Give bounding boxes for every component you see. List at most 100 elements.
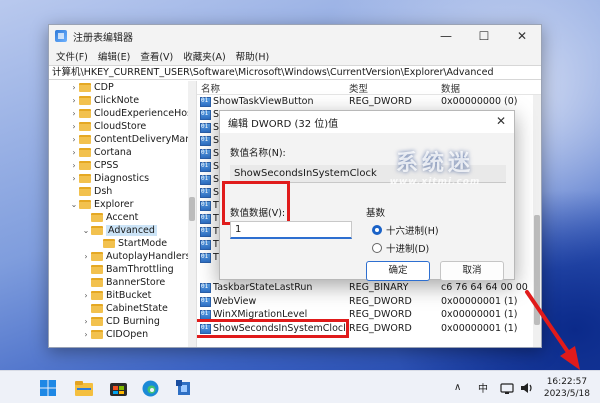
chevron-icon[interactable]: › xyxy=(69,122,79,131)
start-windows-icon[interactable] xyxy=(38,378,58,398)
chevron-icon[interactable]: ⌄ xyxy=(69,200,79,209)
chevron-icon[interactable]: › xyxy=(81,252,91,261)
dword-value-icon xyxy=(200,122,211,133)
tree-item-cpss[interactable]: › CPSS xyxy=(69,159,118,172)
folder-icon xyxy=(91,252,103,261)
menu-help[interactable]: 帮助(H) xyxy=(233,49,277,63)
chevron-icon[interactable]: › xyxy=(69,83,79,92)
folder-icon xyxy=(79,200,91,209)
dword-value-icon xyxy=(200,148,211,159)
file-explorer-icon[interactable] xyxy=(74,378,94,398)
value-row-show-seconds[interactable]: ShowSecondsInSystemClock REG_DWORD 0x00000… xyxy=(197,319,531,338)
registry-tree: › CDP › ClickNote › CloudExperienceHost › Cl… xyxy=(49,81,197,347)
chevron-icon[interactable]: › xyxy=(69,174,79,183)
dialog-title-bar[interactable]: 编辑 DWORD (32 位)值 ✕ xyxy=(220,111,514,133)
network-icon[interactable] xyxy=(500,371,514,403)
column-type-header[interactable]: 类型 xyxy=(345,81,437,95)
regedit-taskbar-icon[interactable] xyxy=(174,378,194,398)
column-name-header[interactable]: 名称 xyxy=(197,81,345,95)
tree-item-accent[interactable]: Accent xyxy=(81,211,138,224)
watermark-logo: 系统迷 www.xitmi.com xyxy=(376,145,494,193)
address-bar[interactable]: 计算机\HKEY_CURRENT_USER\Software\Microsoft… xyxy=(49,65,541,80)
tree-item-bitbucket[interactable]: › BitBucket xyxy=(81,289,151,302)
menu-view[interactable]: 查看(V) xyxy=(137,49,180,63)
tree-item-bamthrottling[interactable]: BamThrottling xyxy=(81,263,174,276)
tree-item-label: BannerStore xyxy=(106,277,166,288)
radio-selected-icon xyxy=(372,225,382,235)
tree-item-label: Cortana xyxy=(94,147,132,158)
title-bar[interactable]: 注册表编辑器 — ☐ ✕ xyxy=(49,25,541,47)
ok-button[interactable]: 确定 xyxy=(366,261,430,281)
tree-item-cdp[interactable]: › CDP xyxy=(69,81,113,94)
value-row[interactable]: WebView REG_DWORD 0x00000001 (1) xyxy=(197,295,531,308)
tree-item-cloudstore[interactable]: › CloudStore xyxy=(69,120,146,133)
chevron-icon[interactable]: › xyxy=(69,161,79,170)
tree-item-label: BamThrottling xyxy=(106,264,174,275)
menu-bar: 文件(F) 编辑(E) 查看(V) 收藏夹(A) 帮助(H) xyxy=(49,47,541,65)
volume-icon[interactable] xyxy=(520,371,534,403)
tree-item-cortana[interactable]: › Cortana xyxy=(69,146,132,159)
radio-hexadecimal[interactable]: 十六进制(H) xyxy=(372,223,439,237)
cancel-button[interactable]: 取消 xyxy=(440,261,504,281)
system-clock[interactable]: 16:22:57 2023/5/18 xyxy=(544,376,590,400)
clock-date: 2023/5/18 xyxy=(543,389,590,399)
value-data-label: 数值数据(V): xyxy=(230,208,286,219)
value-row[interactable]: WinXMigrationLevel REG_DWORD 0x00000001 (1… xyxy=(197,308,531,321)
folder-icon xyxy=(91,304,103,313)
tree-item-advanced[interactable]: ⌄ Advanced xyxy=(81,224,157,237)
radio-decimal[interactable]: 十进制(D) xyxy=(372,241,429,255)
value-data: 0x00000001 (1) xyxy=(441,309,518,320)
chevron-icon[interactable]: › xyxy=(69,135,79,144)
tree-scrollbar[interactable] xyxy=(188,81,196,347)
store-icon[interactable] xyxy=(108,378,128,398)
folder-icon xyxy=(79,187,91,196)
chevron-icon[interactable]: › xyxy=(81,317,91,326)
list-scrollbar[interactable] xyxy=(533,95,541,347)
tree-item-bannerstore[interactable]: BannerStore xyxy=(81,276,165,289)
value-name-label: 数值名称(N): xyxy=(230,148,286,159)
value-name: WebView xyxy=(213,296,257,307)
value-data-input[interactable]: 1 xyxy=(230,221,352,239)
tree-item-cloudexperiencehost[interactable]: › CloudExperienceHost xyxy=(69,107,195,120)
column-data-header[interactable]: 数据 xyxy=(437,81,541,95)
tree-item-startmode[interactable]: StartMode xyxy=(93,237,167,250)
window-title: 注册表编辑器 xyxy=(73,32,133,44)
tree-item-clicknote[interactable]: › ClickNote xyxy=(69,94,139,107)
tree-item-autoplayhandlers[interactable]: › AutoplayHandlers xyxy=(81,250,190,263)
tray-overflow-chevron-icon[interactable]: ∧ xyxy=(454,371,461,403)
chevron-icon[interactable]: ⌄ xyxy=(81,226,91,235)
tree-item-cidopen[interactable]: › CIDOpen xyxy=(81,328,148,341)
chevron-icon[interactable]: › xyxy=(69,148,79,157)
close-button[interactable]: ✕ xyxy=(503,25,541,47)
chevron-icon[interactable]: › xyxy=(81,291,91,300)
tree-item-label: Dsh xyxy=(94,186,113,197)
tree-item-label: CD Burning xyxy=(106,316,160,327)
scroll-thumb[interactable] xyxy=(189,197,195,221)
tree-item-label: Diagnostics xyxy=(94,173,150,184)
tree-item-explorer[interactable]: ⌄ Explorer xyxy=(69,198,134,211)
dword-value-icon xyxy=(200,161,211,172)
edge-browser-icon[interactable] xyxy=(140,378,160,398)
tree-item-dsh[interactable]: Dsh xyxy=(69,185,112,198)
menu-favorites[interactable]: 收藏夹(A) xyxy=(180,49,232,63)
tree-item-cd-burning[interactable]: › CD Burning xyxy=(81,315,160,328)
scroll-thumb[interactable] xyxy=(534,215,540,325)
value-row[interactable]: ShowTaskViewButton REG_DWORD 0x00000000 (0… xyxy=(197,95,531,108)
tree-item-diagnostics[interactable]: › Diagnostics xyxy=(69,172,149,185)
taskbar: ∧ 中 16:22:57 2023/5/18 xyxy=(0,370,600,403)
value-name: T xyxy=(213,252,219,263)
chevron-icon[interactable]: › xyxy=(81,330,91,339)
maximize-button[interactable]: ☐ xyxy=(465,25,503,47)
folder-icon xyxy=(79,161,91,170)
menu-file[interactable]: 文件(F) xyxy=(53,49,95,63)
ime-indicator[interactable]: 中 xyxy=(478,371,488,403)
dialog-close-button[interactable]: ✕ xyxy=(496,114,506,128)
chevron-icon[interactable]: › xyxy=(69,109,79,118)
menu-edit[interactable]: 编辑(E) xyxy=(95,49,137,63)
tree-item-contentdeliverymanager[interactable]: › ContentDeliveryManager xyxy=(69,133,196,146)
value-row[interactable]: TaskbarStateLastRun REG_BINARY c6 76 64 64… xyxy=(197,281,531,294)
minimize-button[interactable]: — xyxy=(427,25,465,47)
chevron-icon[interactable]: › xyxy=(69,96,79,105)
tree-item-cabinetstate[interactable]: CabinetState xyxy=(81,302,168,315)
value-name: WinXMigrationLevel xyxy=(213,309,308,320)
